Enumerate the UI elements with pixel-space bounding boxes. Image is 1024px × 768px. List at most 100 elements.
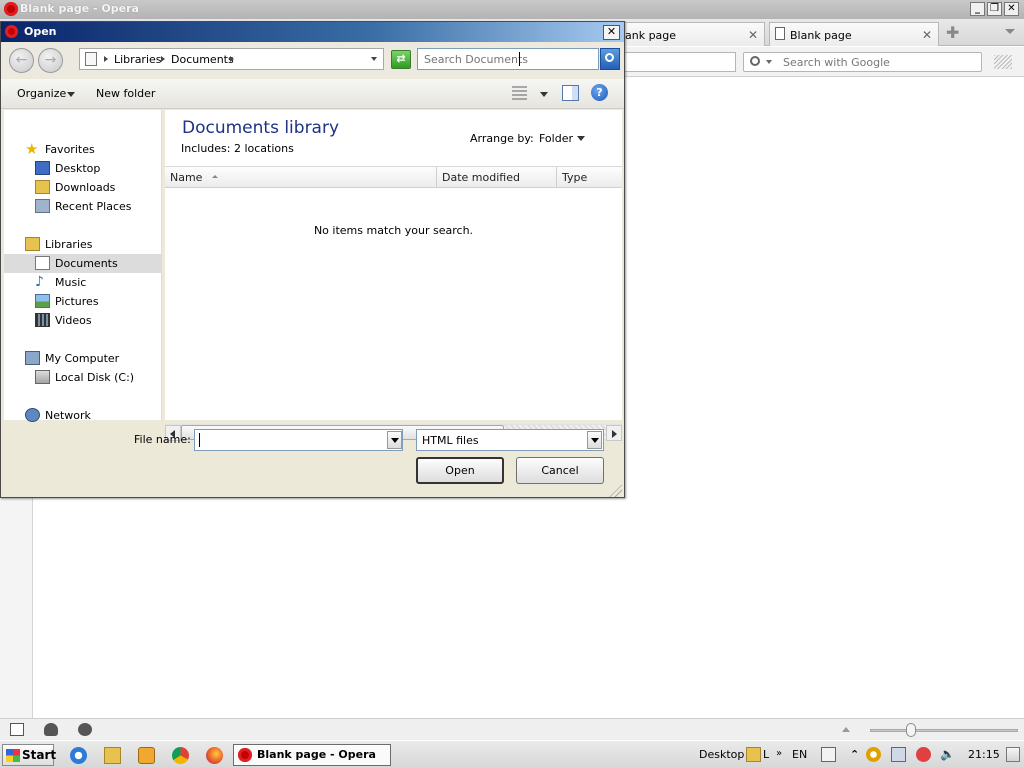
network-status-icon[interactable] — [891, 747, 906, 762]
sidebar-item-label: Pictures — [55, 295, 99, 308]
clock[interactable]: 21:15 — [968, 748, 1000, 761]
volume-icon[interactable]: 🔈 — [940, 747, 955, 762]
file-list-pane: Documents library Includes: 2 locations … — [165, 110, 622, 420]
sidebar-item-libraries[interactable]: Libraries — [4, 235, 161, 254]
breadcrumb-separator-icon[interactable] — [104, 56, 111, 62]
panel-toggle-icon[interactable] — [10, 723, 24, 736]
sidebar-item-pictures[interactable]: Pictures — [4, 292, 161, 311]
library-icon — [85, 52, 97, 66]
dialog-navigation-bar: ← → Libraries Documents ⇄ — [1, 43, 624, 78]
back-button[interactable]: ← — [9, 48, 34, 73]
tab-close-icon[interactable]: ✕ — [748, 28, 758, 42]
arrange-by-dropdown[interactable]: Folder — [539, 132, 573, 145]
file-name-label: File name: — [134, 433, 191, 446]
column-header-name[interactable]: Name — [165, 167, 437, 188]
tab-blank-page-1[interactable]: ank page ✕ — [624, 22, 765, 46]
sidebar-item-network[interactable]: Network — [4, 406, 161, 425]
file-name-combobox[interactable] — [194, 429, 403, 451]
sidebar-item-my-computer[interactable]: My Computer — [4, 349, 161, 368]
keyboard-icon[interactable] — [821, 747, 836, 762]
sidebar-item-downloads[interactable]: Downloads — [4, 178, 161, 197]
preview-pane-icon[interactable] — [562, 85, 579, 101]
sidebar-item-videos[interactable]: Videos — [4, 311, 161, 330]
breadcrumb-separator-icon[interactable] — [161, 56, 168, 62]
search-button[interactable] — [600, 48, 620, 70]
taskbar-opera-button[interactable]: Blank page - Opera — [233, 744, 391, 766]
arrange-by-chevron-icon[interactable] — [577, 136, 585, 141]
google-search-field[interactable]: Search with Google — [743, 52, 982, 72]
breadcrumb[interactable]: Libraries Documents — [79, 48, 384, 70]
sidebar-item-local-disk[interactable]: Local Disk (C:) — [4, 368, 161, 387]
media-player-icon[interactable] — [138, 747, 155, 764]
dialog-resize-grip-icon[interactable] — [609, 484, 622, 497]
desktop-toolbar-label[interactable]: Desktop — [699, 748, 744, 761]
dialog-title-bar[interactable]: Open ✕ — [1, 22, 624, 42]
breadcrumb-libraries[interactable]: Libraries — [114, 53, 162, 66]
view-chevron-icon[interactable] — [540, 92, 548, 97]
cloud-icon[interactable] — [44, 723, 58, 736]
sidebar-item-favorites[interactable]: ★ Favorites — [4, 140, 161, 159]
tray-chevron-icon[interactable]: » — [776, 748, 782, 759]
star-icon: ★ — [25, 140, 39, 158]
start-label: Start — [22, 748, 57, 762]
firefox-icon[interactable] — [206, 747, 223, 764]
breadcrumb-history-chevron-icon[interactable] — [371, 57, 377, 61]
start-button[interactable]: Start — [2, 744, 57, 766]
cancel-button[interactable]: Cancel — [516, 457, 604, 484]
zoom-slider-track[interactable] — [870, 729, 1018, 732]
folder-icon[interactable] — [746, 747, 761, 762]
tray-app-icon[interactable] — [866, 747, 881, 762]
sidebar-item-recent-places[interactable]: Recent Places — [4, 197, 161, 216]
documents-icon — [35, 256, 50, 270]
opera-window-title: Blank page - Opera — [20, 2, 139, 15]
file-name-dropdown-button[interactable] — [387, 431, 402, 449]
new-folder-button[interactable]: New folder — [96, 87, 155, 100]
close-window-button[interactable]: ✕ — [1004, 2, 1019, 16]
show-desktop-button[interactable] — [1006, 747, 1020, 762]
column-header-type[interactable]: Type — [557, 167, 622, 188]
file-type-dropdown-button[interactable] — [587, 431, 602, 449]
resize-grip-icon[interactable] — [994, 55, 1012, 69]
organize-button[interactable]: Organize — [17, 87, 66, 100]
search-documents-box[interactable] — [417, 48, 599, 70]
dialog-close-button[interactable]: ✕ — [603, 25, 620, 40]
change-view-icon[interactable] — [512, 86, 527, 100]
column-label: Date modified — [442, 171, 520, 184]
internet-explorer-icon[interactable] — [70, 747, 87, 764]
language-indicator[interactable]: EN — [792, 748, 807, 761]
libraries-folder-icon — [25, 237, 40, 251]
minimize-button[interactable]: _ — [970, 2, 985, 16]
column-header-date-modified[interactable]: Date modified — [437, 167, 557, 188]
sidebar-item-desktop[interactable]: Desktop — [4, 159, 161, 178]
scroll-right-button[interactable] — [606, 425, 622, 441]
new-tab-plus-icon[interactable]: ✚ — [946, 23, 959, 42]
chevron-down-icon — [766, 60, 772, 64]
sidebar-item-documents[interactable]: Documents — [4, 254, 161, 273]
file-name-input[interactable] — [195, 430, 385, 450]
action-center-icon[interactable] — [916, 747, 931, 762]
tab-menu-chevron-icon[interactable] — [1005, 29, 1015, 34]
speed-dial-icon[interactable] — [78, 723, 92, 736]
opera-status-bar — [0, 718, 1024, 740]
open-button[interactable]: Open — [416, 457, 504, 484]
breadcrumb-separator-icon[interactable] — [230, 56, 237, 62]
sidebar-item-music[interactable]: ♪ Music — [4, 273, 161, 292]
tab-blank-page-2[interactable]: Blank page ✕ — [769, 22, 939, 46]
breadcrumb-documents[interactable]: Documents — [171, 53, 234, 66]
help-icon[interactable]: ? — [591, 84, 608, 101]
file-explorer-icon[interactable] — [104, 747, 121, 764]
organize-chevron-icon[interactable] — [67, 92, 75, 97]
forward-button[interactable]: → — [38, 48, 63, 73]
network-globe-icon — [25, 408, 40, 422]
library-includes-link[interactable]: Includes: 2 locations — [181, 142, 294, 155]
zoom-chevron-icon[interactable] — [842, 727, 850, 732]
file-type-select[interactable]: HTML files — [416, 429, 604, 451]
refresh-button[interactable]: ⇄ — [391, 50, 411, 69]
chrome-icon[interactable] — [172, 747, 189, 764]
restore-button[interactable]: ❐ — [987, 2, 1002, 16]
search-input[interactable] — [418, 49, 598, 69]
show-hidden-icons-icon[interactable]: ⌃ — [850, 748, 859, 761]
tab-close-icon[interactable]: ✕ — [922, 28, 932, 42]
address-field[interactable] — [624, 52, 736, 72]
zoom-slider-thumb[interactable] — [906, 723, 916, 737]
